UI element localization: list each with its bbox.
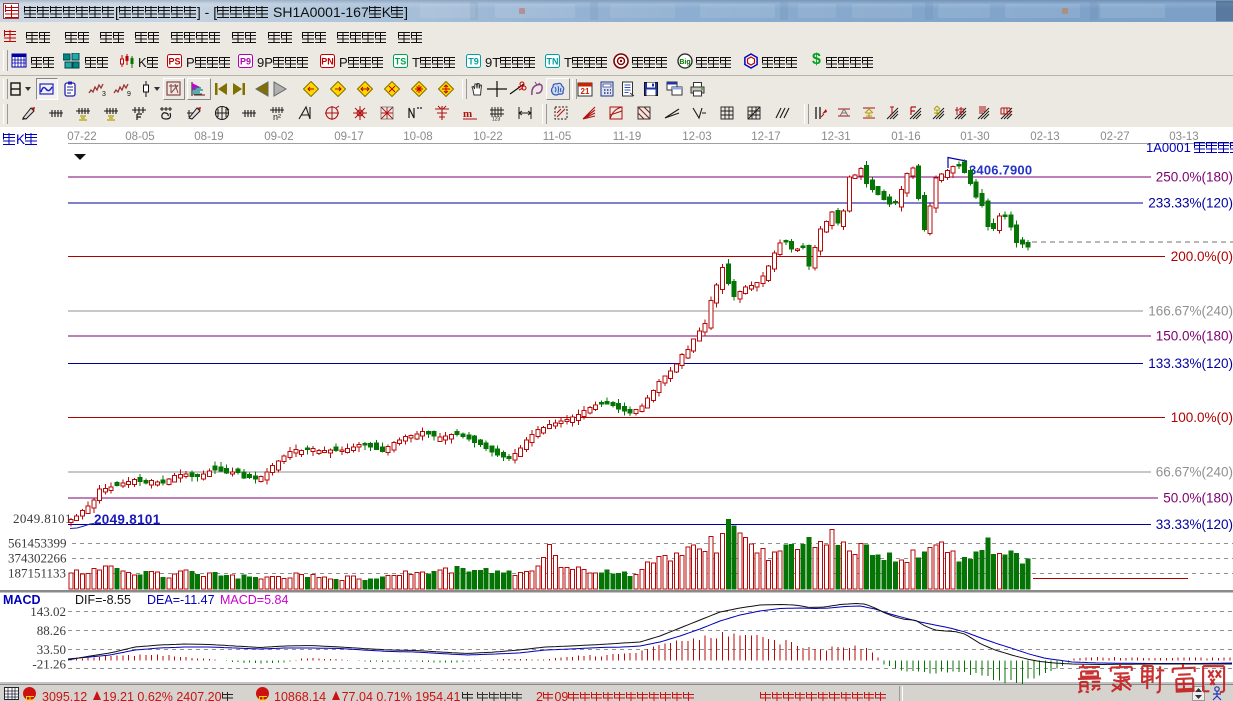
svg-text:02-27: 02-27 xyxy=(1100,131,1129,143)
svg-text:2049.8101: 2049.8101 xyxy=(94,512,161,527)
svg-text:200.0%(0): 200.0%(0) xyxy=(1171,249,1233,264)
svg-text:-21.26: -21.26 xyxy=(32,657,66,672)
svg-text:DEA=-11.47: DEA=-11.47 xyxy=(147,593,215,607)
svg-text:250.0%(180): 250.0%(180) xyxy=(1156,170,1233,185)
svg-text:12-17: 12-17 xyxy=(751,131,780,143)
svg-text:21: 21 xyxy=(581,87,590,96)
svg-text:12-31: 12-31 xyxy=(821,131,850,143)
svg-text:T9: T9 xyxy=(468,57,479,67)
svg-text:09-02: 09-02 xyxy=(264,131,293,143)
svg-text:187151133: 187151133 xyxy=(8,566,66,581)
svg-text:01-16: 01-16 xyxy=(891,131,920,143)
svg-text:P9: P9 xyxy=(240,57,251,67)
svg-text:88.26: 88.26 xyxy=(37,623,67,638)
svg-text:Big: Big xyxy=(679,59,690,66)
svg-text:TN: TN xyxy=(547,57,559,67)
svg-text:MACD: MACD xyxy=(3,593,41,607)
svg-text:DIF=-8.55: DIF=-8.55 xyxy=(75,593,131,607)
svg-text:33.50: 33.50 xyxy=(37,642,66,657)
svg-text:66.67%(240): 66.67%(240) xyxy=(1156,465,1233,480)
svg-text:133.33%(120): 133.33%(120) xyxy=(1148,356,1233,371)
svg-text:n²: n² xyxy=(273,112,281,121)
svg-text:10-08: 10-08 xyxy=(403,131,432,143)
svg-text:374302266: 374302266 xyxy=(8,551,67,566)
svg-text:m: m xyxy=(463,108,472,120)
svg-text:233.33%(120): 233.33%(120) xyxy=(1148,196,1233,211)
svg-text:50.0%(180): 50.0%(180) xyxy=(1163,491,1233,506)
svg-text:3406.7900: 3406.7900 xyxy=(969,163,1032,178)
svg-text:11-05: 11-05 xyxy=(543,131,572,143)
svg-text:150.0%(180): 150.0%(180) xyxy=(1156,329,1233,344)
svg-text:9: 9 xyxy=(127,91,131,97)
svg-text:166.67%(240): 166.67%(240) xyxy=(1148,304,1233,319)
svg-text:3: 3 xyxy=(102,91,106,97)
svg-text:123: 123 xyxy=(492,117,501,122)
svg-text:33.33%(120): 33.33%(120) xyxy=(1156,517,1233,532)
svg-text:11-19: 11-19 xyxy=(613,131,642,143)
svg-text:MACD=5.84: MACD=5.84 xyxy=(220,593,288,607)
svg-text:PN: PN xyxy=(321,57,334,67)
svg-text:12-03: 12-03 xyxy=(682,131,711,143)
svg-text:PS: PS xyxy=(168,57,180,67)
svg-text:09-17: 09-17 xyxy=(334,131,363,143)
svg-text:02-13: 02-13 xyxy=(1030,131,1059,143)
svg-text:07-22: 07-22 xyxy=(67,131,96,143)
svg-text:2049.8101: 2049.8101 xyxy=(13,511,72,526)
svg-text:10-22: 10-22 xyxy=(473,131,502,143)
svg-text:TS: TS xyxy=(395,57,407,67)
svg-text:100.0%(0): 100.0%(0) xyxy=(1171,410,1233,425)
svg-text:08-05: 08-05 xyxy=(125,131,154,143)
svg-text:561453399: 561453399 xyxy=(8,536,67,551)
svg-text:08-19: 08-19 xyxy=(194,131,223,143)
svg-text:01-30: 01-30 xyxy=(960,131,989,143)
